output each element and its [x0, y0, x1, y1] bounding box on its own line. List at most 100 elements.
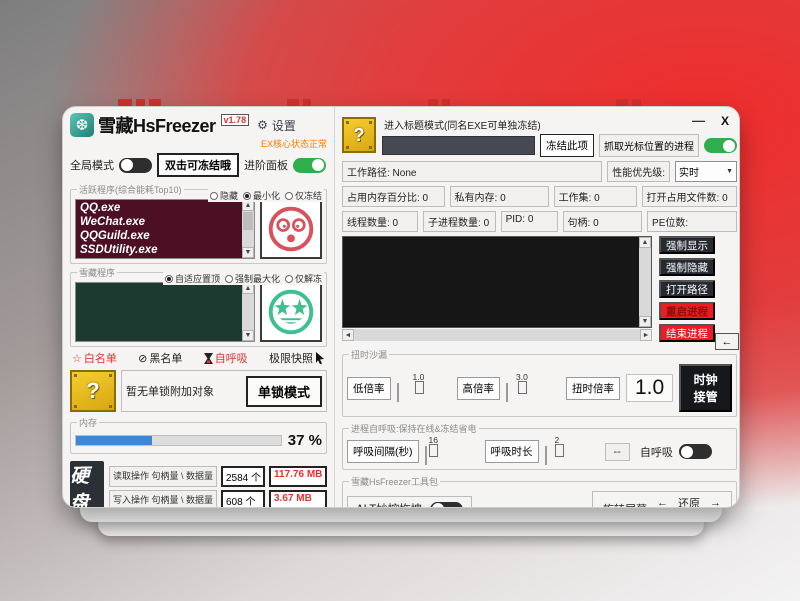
single-lock-row: ? 暂无单锁附加对象 单锁模式 [70, 370, 327, 412]
rotate-restore-label[interactable]: 还原 [678, 495, 700, 508]
frozen-list-scrollbar[interactable]: ▲ ▼ [242, 283, 254, 341]
breathing-legend: 进程自呼吸:保持在线&冻结省电 [349, 422, 479, 435]
high-rate-button[interactable]: 高倍率 [457, 377, 501, 400]
right-panel: ? 进入标题模式(同名EXE可单独冻结) 冻结此项 抓取光标位置的进程 工作路径… [335, 107, 740, 507]
disk-write-count: 608 个 [221, 490, 265, 509]
rotate-right-button[interactable]: → [710, 497, 721, 508]
close-button[interactable]: X [721, 114, 729, 128]
process-console[interactable]: ▲ ▼ [342, 236, 652, 328]
app-logo-icon: ❆ [70, 113, 94, 137]
active-list-scrollbar[interactable]: ▲ ▼ [242, 200, 254, 258]
double-click-freeze-button[interactable]: 双击可冻结哦 [157, 153, 239, 177]
breath-duration-button[interactable]: 呼吸时长 [485, 440, 539, 463]
core-status-text: EX核心状态正常 [70, 138, 327, 150]
advanced-panel-label: 进阶面板 [244, 157, 288, 173]
desktop-background: — X ❆ 雪藏HsFreezer v1.78 ⚙ 设置 EX核心状态正常 全局… [0, 0, 800, 601]
prohibit-icon: ⊘ [138, 352, 147, 365]
breath-countdown: -- [605, 443, 630, 461]
stat-child-procs: 子进程数量: 0 [423, 211, 496, 232]
console-hscrollbar[interactable]: ◄ ► [342, 329, 652, 341]
scroll-right-icon[interactable]: ► [640, 329, 652, 341]
stat-working-set: 工作集: 0 [554, 186, 637, 207]
high-rate-slider[interactable]: 3.0 [506, 384, 560, 402]
background-window-fragment [287, 99, 311, 106]
stat-handles: 句柄: 0 [563, 211, 643, 232]
rotate-screen-box: 旋转屏幕 ← 还原 → ↓ [592, 491, 732, 508]
disk-label: 硬盘 [70, 461, 104, 508]
blacklist-link[interactable]: ⊘ 黑名单 [138, 350, 182, 366]
clock-takeover-button[interactable]: 时钟接管 [679, 364, 732, 412]
time-ratio-value: 1.0 [626, 374, 673, 402]
restart-process-button[interactable]: 重启进程 [659, 302, 715, 320]
title-mode-input[interactable] [382, 136, 535, 155]
radio-minimize[interactable]: 最小化 [243, 189, 280, 202]
active-programs-group: 活跃程序(综合能耗Top10) 隐藏 最小化 仅冻结 QQ.exe WeChat… [70, 183, 327, 264]
list-item[interactable]: WeChat.exe [80, 215, 238, 229]
radio-freeze-only[interactable]: 仅冻结 [285, 189, 322, 202]
minimize-button[interactable]: — [692, 113, 705, 128]
breath-interval-slider[interactable]: 16 [425, 447, 479, 465]
question-block-icon: ? [342, 117, 376, 153]
list-item[interactable]: QQ.exe [80, 201, 238, 215]
question-block-icon: ? [70, 370, 116, 412]
scroll-down-icon[interactable]: ▼ [242, 330, 254, 341]
open-path-button[interactable]: 打开路径 [659, 280, 715, 298]
stat-open-files: 打开占用文件数: 0 [642, 186, 737, 207]
whitelist-link[interactable]: ☆ 白名单 [72, 350, 117, 366]
toolkit-legend: 雪藏HsFreezer工具包 [349, 475, 440, 488]
radio-adaptive-top[interactable]: 自适应置顶 [165, 272, 220, 285]
kill-process-button[interactable]: 结束进程 [659, 324, 715, 342]
breath-duration-slider[interactable]: 2 [545, 447, 599, 465]
window-controls: — X [692, 113, 729, 128]
disk-read-label: 读取操作 句柄量 \ 数据量 [109, 466, 217, 487]
scroll-left-icon[interactable]: ◄ [342, 329, 354, 341]
frozen-programs-list[interactable]: ▲ ▼ [75, 282, 255, 342]
list-item[interactable]: QQGuild.exe [80, 229, 238, 243]
low-rate-slider[interactable]: 1.0 [397, 384, 451, 402]
low-rate-button[interactable]: 低倍率 [347, 377, 391, 400]
scroll-down-icon[interactable]: ▼ [639, 316, 651, 327]
rotate-left-button[interactable]: ← [657, 497, 668, 508]
single-lock-mode-button[interactable]: 单锁模式 [246, 376, 322, 407]
radio-hide[interactable]: 隐藏 [210, 189, 238, 202]
stats-row-2: 线程数量: 0 子进程数量: 0 PID: 0 句柄: 0 PE位数: [342, 211, 737, 232]
force-show-button[interactable]: 强制显示 [659, 236, 715, 254]
hourglass-icon [204, 353, 213, 364]
version-badge: v1.78 [221, 114, 250, 126]
title-mode-header: ? 进入标题模式(同名EXE可单独冻结) 冻结此项 抓取光标位置的进程 [342, 117, 737, 157]
alt-drag-toggle[interactable] [430, 502, 463, 509]
active-programs-list[interactable]: QQ.exe WeChat.exe QQGuild.exe SSDUtility… [75, 199, 255, 259]
scroll-up-icon[interactable]: ▲ [639, 237, 651, 248]
title-mode-label: 进入标题模式(同名EXE可单独冻结) [384, 117, 737, 132]
freeze-item-button[interactable]: 冻结此项 [540, 134, 594, 157]
frozen-radio-row: 自适应置顶 强制最大化 仅解冻 [163, 272, 324, 285]
radio-unfreeze-only[interactable]: 仅解冻 [285, 272, 322, 285]
background-window-fragment [616, 99, 641, 106]
stat-mem-percent: 占用内存百分比: 0 [342, 186, 445, 207]
radio-force-maximize[interactable]: 强制最大化 [225, 272, 280, 285]
list-shortcuts-row: ☆ 白名单 ⊘ 黑名单 自呼吸 极限快照 [70, 347, 327, 368]
priority-label: 性能优先级: [607, 161, 670, 182]
time-ratio-button[interactable]: 扭时倍率 [566, 377, 620, 400]
auto-breath-toggle[interactable] [679, 444, 712, 459]
chevron-down-icon: ▼ [726, 168, 733, 175]
priority-select[interactable]: 实时 ▼ [675, 161, 737, 182]
global-mode-label: 全局模式 [70, 157, 114, 173]
cursor-capture-toggle[interactable] [704, 138, 737, 153]
global-mode-toggle[interactable] [119, 158, 152, 173]
force-hide-button[interactable]: 强制隐藏 [659, 258, 715, 276]
scroll-down-icon[interactable]: ▼ [242, 247, 254, 258]
stat-private-mem: 私有内存: 0 [450, 186, 549, 207]
console-vscrollbar[interactable]: ▲ ▼ [639, 237, 651, 327]
auto-breath-link[interactable]: 自呼吸 [204, 350, 248, 366]
dizzy-face-icon [260, 199, 322, 259]
breath-interval-button[interactable]: 呼吸间隔(秒) [347, 440, 419, 463]
cursor-capture-label: 抓取光标位置的进程 [599, 134, 699, 157]
list-item[interactable]: SSDUtility.exe [80, 243, 238, 257]
console-row: ▲ ▼ ◄ ► 强制显示 强制隐藏 打开路径 重启进程 [342, 236, 737, 342]
snapshot-link[interactable]: 极限快照 [269, 350, 325, 366]
stat-pid: PID: 0 [501, 211, 558, 232]
settings-button[interactable]: 设置 [272, 117, 296, 134]
advanced-panel-toggle[interactable] [293, 158, 326, 173]
stat-pe-bits: PE位数: [647, 211, 737, 232]
